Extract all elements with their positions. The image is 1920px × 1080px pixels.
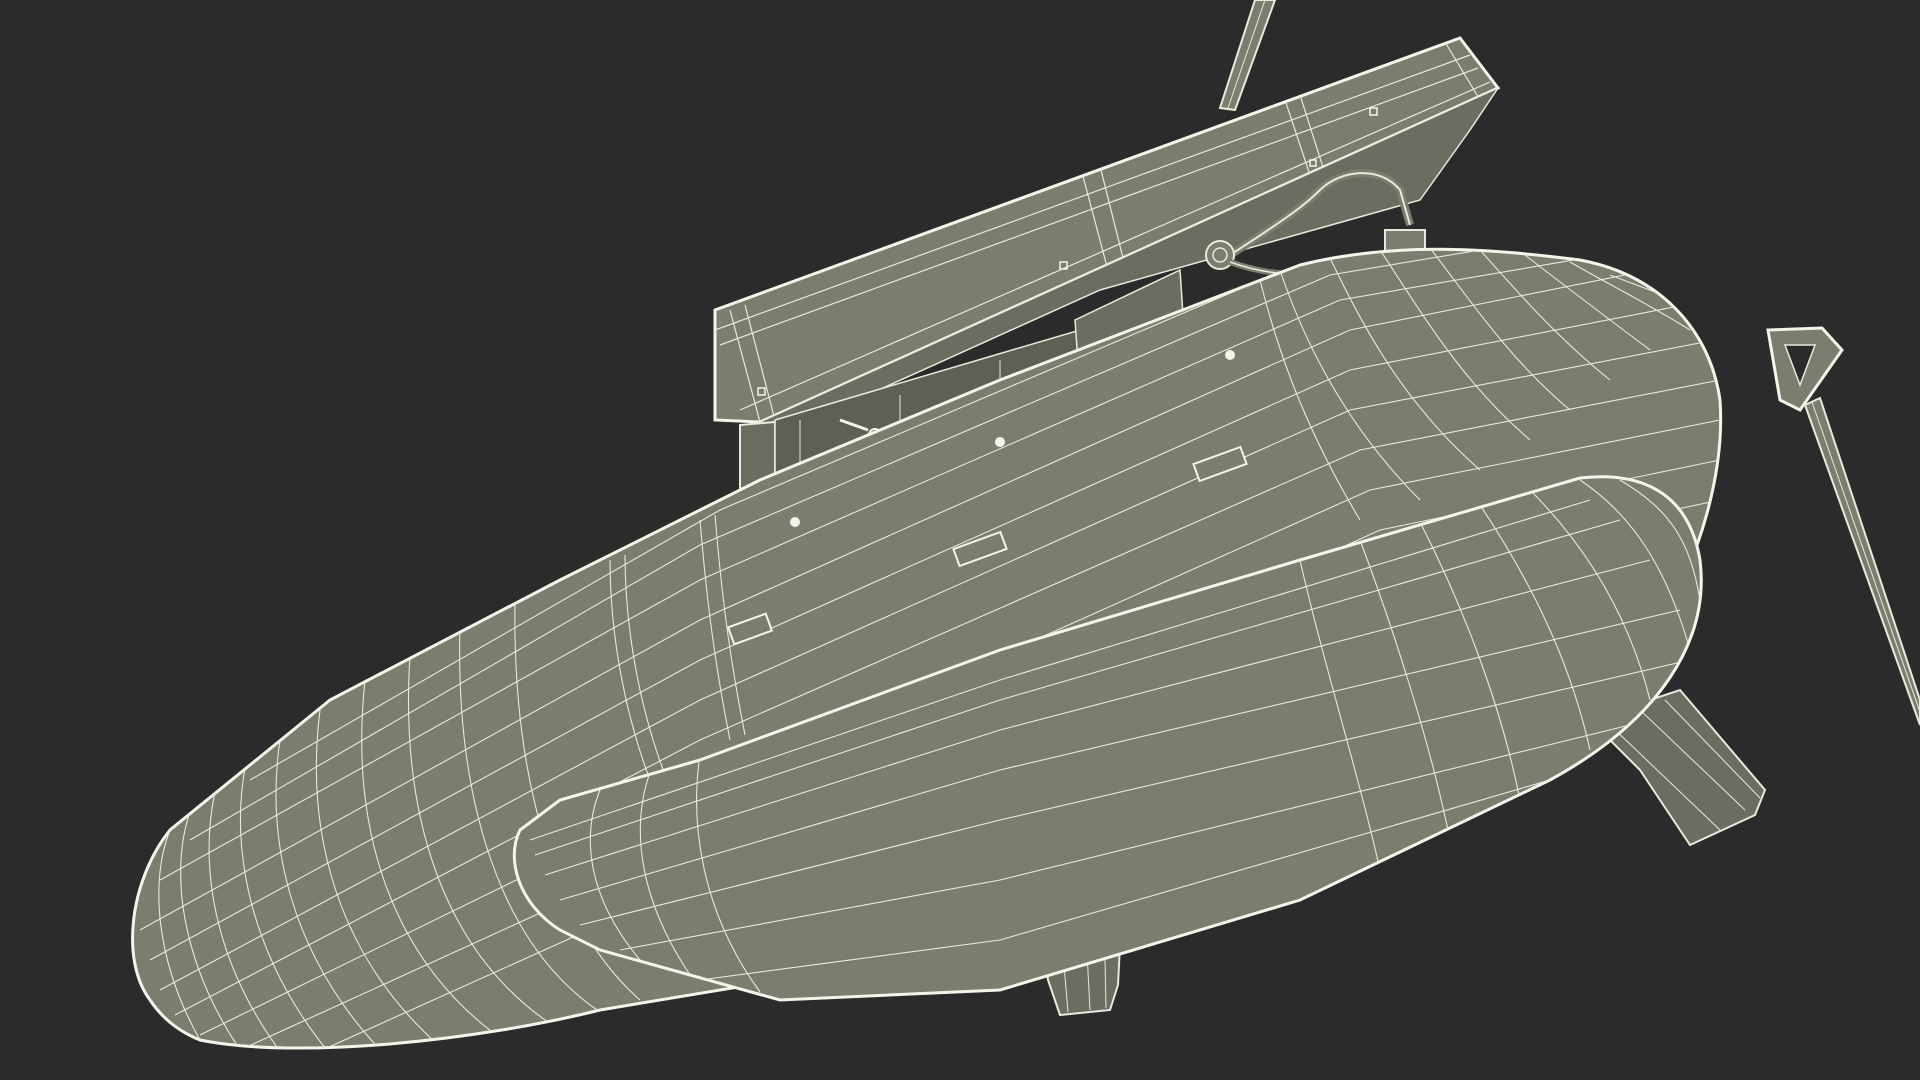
tow-handle-rod — [1766, 326, 1920, 726]
mast-pole — [1218, 0, 1277, 112]
wireframe-render — [131, 0, 1920, 1050]
3d-viewport[interactable] — [0, 0, 1920, 1080]
